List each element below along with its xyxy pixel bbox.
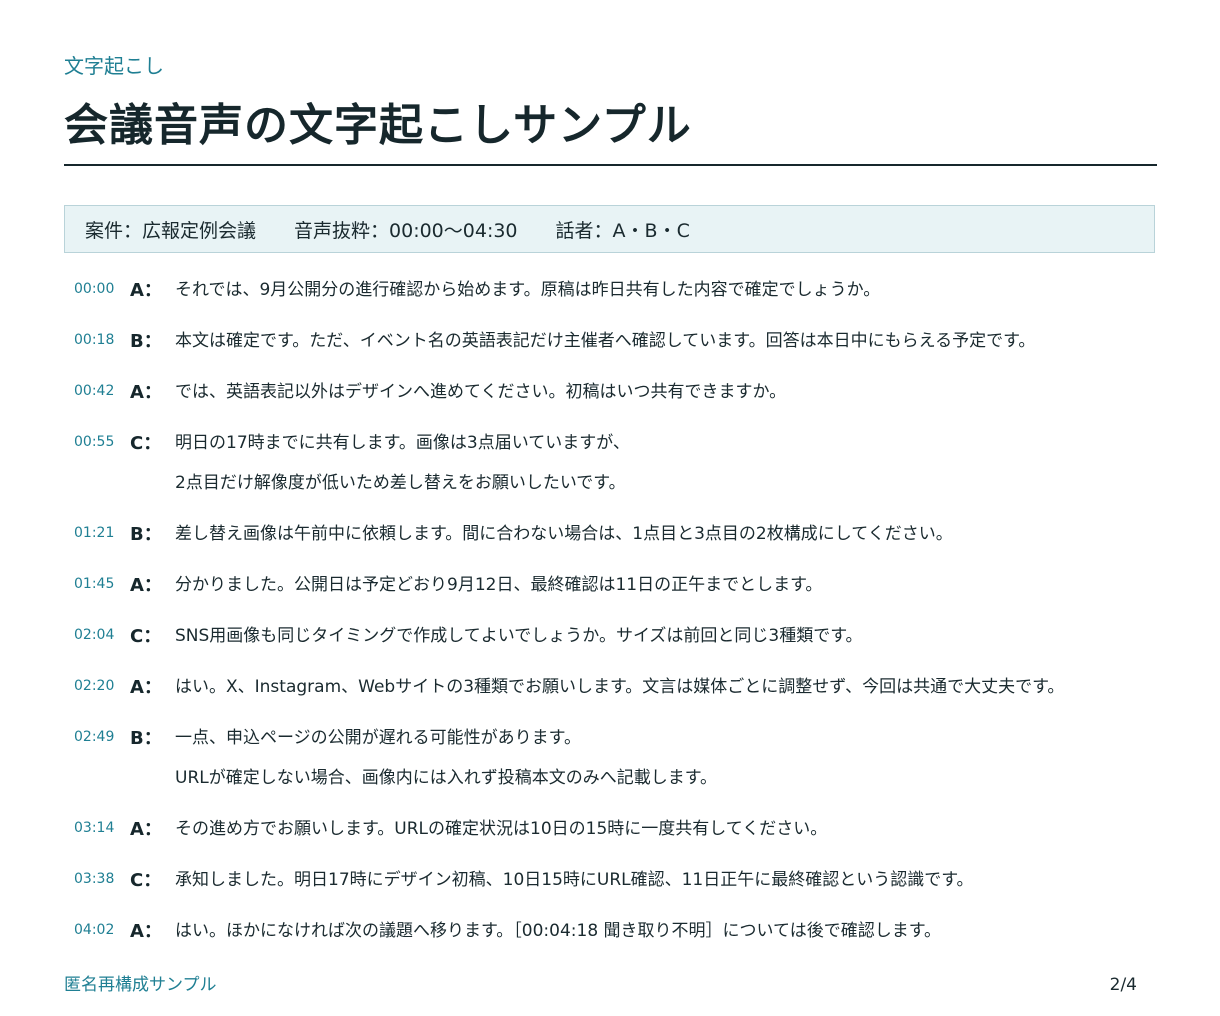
- utterance-row: 03:14 A： その進め方でお願いします。URLの確定状況は10日の15時に一度共…: [64, 818, 1157, 862]
- utterance-text: 差し替え画像は午前中に依頼します。間に合わない場合は、1点目と3点目の2枚構成に…: [175, 524, 953, 544]
- speaker-label: A：: [130, 921, 162, 942]
- utterance-row: 02:04 C： SNS用画像も同じタイミングで作成してよいでしょうか。サイズは前回…: [64, 625, 1157, 669]
- utterance-row: 00:18 B： 本文は確定です。ただ、イベント名の英語表記だけ主催者へ確認していま…: [64, 330, 1157, 374]
- utterance-text: 分かりました。公開日は予定どおり9月12日、最終確認は11日の正午までとします。: [175, 575, 823, 595]
- utterance-text: はい。X、Instagram、Webサイトの3種類でお願いします。文言は媒体ごと…: [175, 677, 1065, 697]
- speaker-label: C：: [130, 626, 162, 647]
- utterance-text: 一点、申込ページの公開が遅れる可能性があります。: [175, 728, 581, 748]
- timestamp: 00:00: [74, 281, 115, 297]
- timestamp: 04:02: [74, 922, 115, 938]
- timestamp: 03:14: [74, 820, 115, 836]
- timestamp: 01:21: [74, 525, 115, 541]
- utterance-row: 01:21 B： 差し替え画像は午前中に依頼します。間に合わない場合は、1点目と3点…: [64, 523, 1157, 567]
- utterance-text: SNS用画像も同じタイミングで作成してよいでしょうか。サイズは前回と同じ3種類で…: [175, 626, 863, 646]
- speaker-label: B：: [130, 728, 162, 749]
- speaker-label: A：: [130, 382, 162, 403]
- speaker-label: B：: [130, 331, 162, 352]
- utterance-text: 承知しました。明日17時にデザイン初稿、10日15時にURL確認、11日正午に最…: [175, 870, 974, 890]
- utterance-text: 本文は確定です。ただ、イベント名の英語表記だけ主催者へ確認しています。回答は本日…: [175, 331, 1036, 351]
- timestamp: 01:45: [74, 576, 115, 592]
- meeting-info-box: 案件：広報定例会議 音声抜粋：00:00〜04:30 話者：A・B・C: [64, 205, 1155, 253]
- utterance-text: その進め方でお願いします。URLの確定状況は10日の15時に一度共有してください…: [175, 819, 828, 839]
- utterance-text: それでは、9月公開分の進行確認から始めます。原稿は昨日共有した内容で確定でしょう…: [175, 280, 881, 300]
- utterance-text: URLが確定しない場合、画像内には入れず投稿本文のみへ記載します。: [175, 768, 718, 788]
- utterance-row: 03:38 C： 承知しました。明日17時にデザイン初稿、10日15時にURL確認、…: [64, 869, 1157, 913]
- timestamp: 00:18: [74, 332, 115, 348]
- section-kicker: 文字起こし: [64, 54, 164, 78]
- utterance-row: 04:02 A： はい。ほかになければ次の議題へ移ります。［00:04:18 聞き取…: [64, 920, 1157, 964]
- speaker-label: A：: [130, 280, 162, 301]
- utterance-row: 00:42 A： では、英語表記以外はデザインへ進めてください。初稿はいつ共有できま…: [64, 381, 1157, 425]
- utterance-row: 00:00 A： それでは、9月公開分の進行確認から始めます。原稿は昨日共有した内容…: [64, 279, 1157, 323]
- page-number: 2/4: [1109, 975, 1137, 995]
- speaker-label: B：: [130, 524, 162, 545]
- timestamp: 00:55: [74, 434, 115, 450]
- meeting-case: 案件：広報定例会議: [85, 219, 257, 242]
- utterance-text: 明日の17時までに共有します。画像は3点届いていますが、: [175, 433, 630, 453]
- timestamp: 00:42: [74, 383, 115, 399]
- title-divider: [64, 164, 1157, 166]
- utterance-text: 2点目だけ解像度が低いため差し替えをお願いしたいです。: [175, 473, 626, 493]
- utterance-row: 01:45 A： 分かりました。公開日は予定どおり9月12日、最終確認は11日の正午…: [64, 574, 1157, 618]
- audio-excerpt-range: 音声抜粋：00:00〜04:30: [294, 219, 518, 242]
- timestamp: 02:49: [74, 729, 115, 745]
- speaker-label: A：: [130, 677, 162, 698]
- utterance-text: では、英語表記以外はデザインへ進めてください。初稿はいつ共有できますか。: [175, 382, 787, 402]
- timestamp: 02:20: [74, 678, 115, 694]
- utterance-row: 02:49 B： 一点、申込ページの公開が遅れる可能性があります。 URLが確定しない…: [64, 727, 1157, 788]
- utterance-row: 00:55 C： 明日の17時までに共有します。画像は3点届いていますが、 2点目だけ…: [64, 432, 1157, 493]
- page-title: 会議音声の文字起こしサンプル: [64, 100, 692, 151]
- utterance-text: はい。ほかになければ次の議題へ移ります。［00:04:18 聞き取り不明］につい…: [175, 921, 942, 941]
- utterance-row: 02:20 A： はい。X、Instagram、Webサイトの3種類でお願いします。…: [64, 676, 1157, 720]
- footer-label: 匿名再構成サンプル: [64, 975, 217, 995]
- speaker-label: C：: [130, 433, 162, 454]
- timestamp: 02:04: [74, 627, 115, 643]
- speaker-list: 話者：A・B・C: [555, 219, 690, 242]
- speaker-label: A：: [130, 575, 162, 596]
- speaker-label: A：: [130, 819, 162, 840]
- speaker-label: C：: [130, 870, 162, 891]
- timestamp: 03:38: [74, 871, 115, 887]
- transcript-page: 文字起こし 会議音声の文字起こしサンプル 案件：広報定例会議 音声抜粋：00:0…: [64, 0, 1157, 1016]
